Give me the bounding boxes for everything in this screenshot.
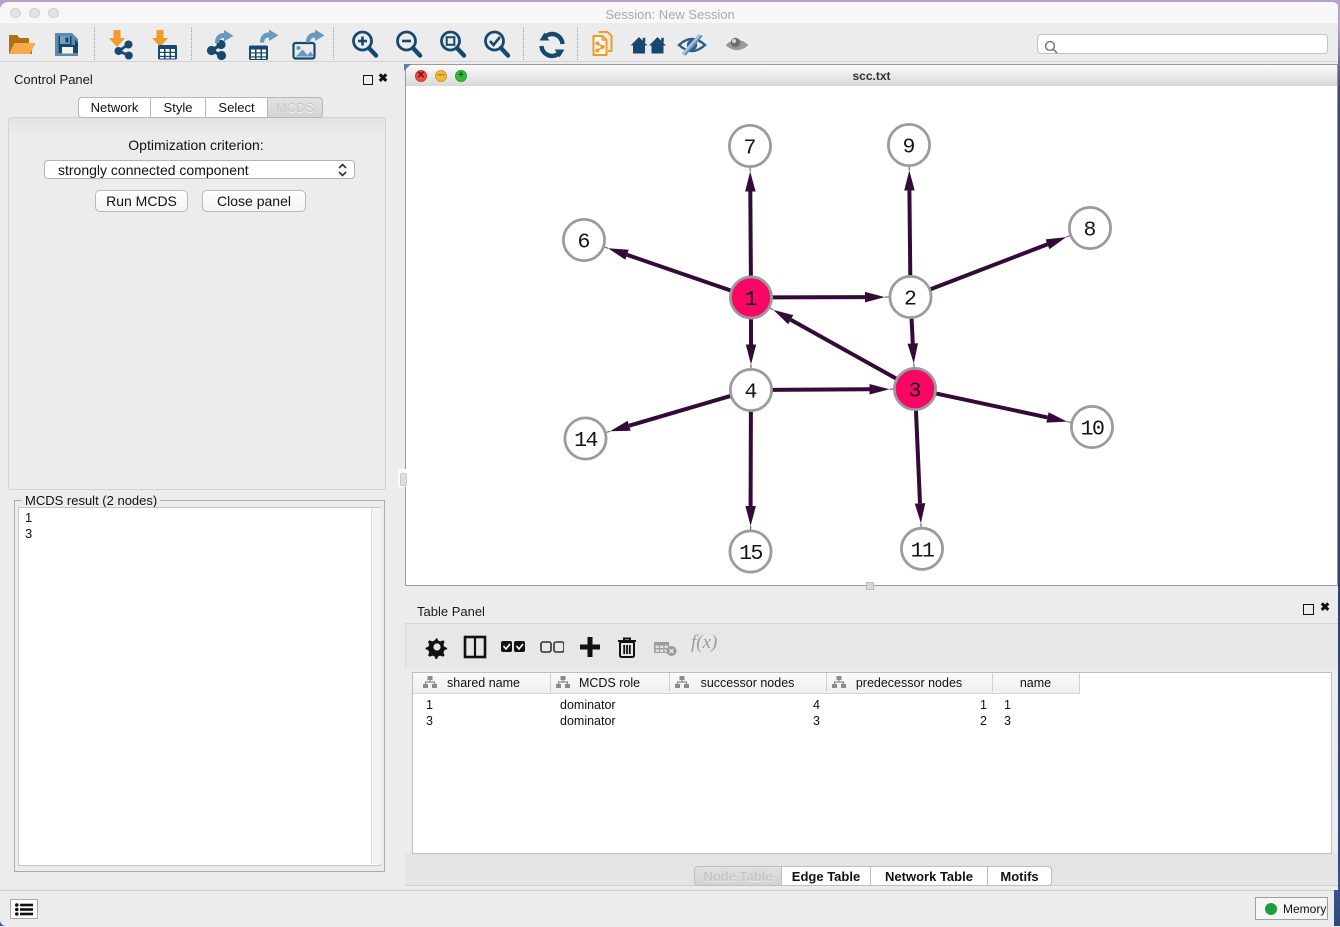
svg-text:3: 3 xyxy=(909,380,922,404)
svg-text:11: 11 xyxy=(911,539,934,563)
svg-text:7: 7 xyxy=(744,137,757,161)
svg-text:10: 10 xyxy=(1081,418,1104,442)
svg-text:15: 15 xyxy=(739,542,762,566)
svg-text:1: 1 xyxy=(745,288,758,312)
svg-text:4: 4 xyxy=(745,381,758,405)
svg-text:9: 9 xyxy=(903,136,916,160)
svg-text:8: 8 xyxy=(1084,219,1097,243)
svg-text:2: 2 xyxy=(904,288,917,312)
svg-text:14: 14 xyxy=(574,429,597,453)
svg-text:6: 6 xyxy=(578,231,591,255)
